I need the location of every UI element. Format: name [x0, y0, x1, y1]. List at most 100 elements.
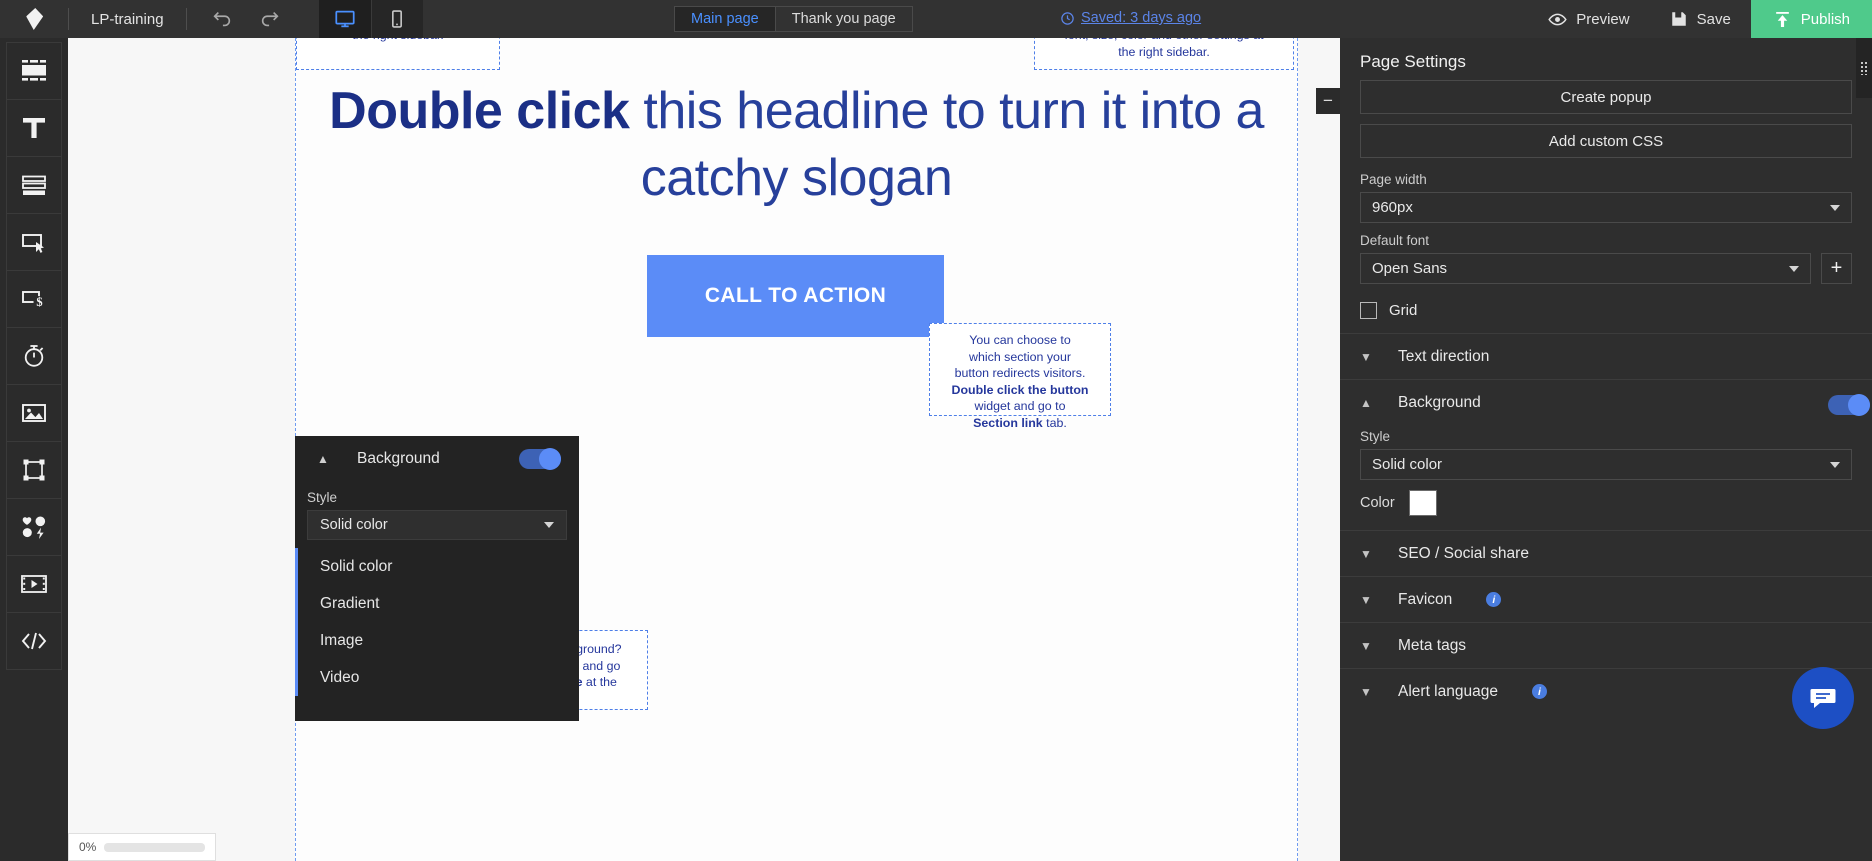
redo-icon[interactable] [257, 6, 283, 32]
chevron-down-icon [1830, 461, 1840, 468]
floating-style-options: Solid color Gradient Image Video [295, 548, 577, 696]
save-button[interactable]: Save [1650, 0, 1751, 38]
create-popup-button[interactable]: Create popup [1360, 80, 1852, 114]
progress-percent-label: 0% [79, 840, 97, 854]
upload-icon [1775, 11, 1789, 27]
page-headline[interactable]: Double click this headline to turn it in… [295, 78, 1298, 211]
background-toggle[interactable] [519, 448, 561, 470]
desktop-icon[interactable] [318, 0, 371, 38]
button-widget-button[interactable] [6, 213, 62, 271]
code-widget-button[interactable] [6, 612, 62, 670]
cta-button-label: CALL TO ACTION [704, 284, 887, 307]
default-font-select[interactable]: Open Sans [1360, 253, 1811, 284]
section-text-direction: ▼ Text direction [1340, 333, 1872, 379]
canvas-area[interactable]: the right sidebar. font, size, color and… [68, 38, 1340, 861]
page-width-select[interactable]: 960px [1360, 192, 1852, 223]
note-text: the right sidebar. [352, 38, 444, 42]
diamond-logo-icon [25, 8, 44, 30]
add-font-button[interactable]: + [1821, 253, 1852, 284]
section-text-direction-header[interactable]: ▼ Text direction [1340, 334, 1872, 379]
chevron-down-icon: ▼ [1360, 546, 1372, 561]
background-color-label: Color [1360, 495, 1395, 511]
chevron-down-icon: ▼ [1360, 349, 1372, 364]
note-text-bold: Section link [973, 415, 1043, 430]
background-style-select[interactable]: Solid color [1360, 449, 1852, 480]
stopwatch-icon [24, 345, 44, 367]
toggle-knob [1848, 394, 1870, 416]
option-video[interactable]: Video [298, 659, 577, 696]
section-seo-header[interactable]: ▼ SEO / Social share [1340, 531, 1872, 576]
frame-icon [23, 459, 45, 481]
code-brackets-icon [21, 632, 47, 650]
note-text: You can choose to [969, 333, 1071, 347]
project-name[interactable]: LP-training [69, 11, 186, 28]
payment-widget-button[interactable]: $ [6, 270, 62, 328]
floating-background-panel: ▲ Background Style Solid color Solid col… [295, 436, 579, 721]
note-text: widget and go to [974, 399, 1066, 413]
preview-label: Preview [1576, 10, 1630, 28]
saved-status[interactable]: Saved: 3 days ago [1060, 10, 1201, 26]
note-text: tab. [1042, 415, 1067, 430]
background-color-row: Color [1360, 490, 1852, 516]
background-color-swatch[interactable] [1408, 490, 1437, 516]
grid-checkbox-row: Grid [1360, 294, 1852, 333]
minus-icon: − [1323, 91, 1333, 110]
form-widget-button[interactable] [6, 156, 62, 214]
button-cursor-icon [22, 234, 44, 253]
option-image[interactable]: Image [298, 622, 577, 659]
mobile-icon[interactable] [370, 0, 423, 38]
section-seo-label: SEO / Social share [1398, 544, 1529, 562]
cta-button[interactable]: CALL TO ACTION [647, 255, 944, 337]
preview-button[interactable]: Preview [1528, 0, 1649, 38]
button-dollar-icon: $ [22, 291, 46, 309]
section-meta-tags-header[interactable]: ▼ Meta tags [1340, 623, 1872, 668]
shape-widget-button[interactable] [6, 441, 62, 499]
app-logo[interactable] [0, 0, 68, 38]
option-solid-color[interactable]: Solid color [298, 548, 577, 585]
grid-checkbox[interactable] [1360, 302, 1377, 319]
undo-icon[interactable] [209, 6, 235, 32]
section-background-header[interactable]: ▲ Background [1340, 380, 1872, 425]
option-gradient[interactable]: Gradient [298, 585, 577, 622]
timer-widget-button[interactable] [6, 327, 62, 385]
image-widget-button[interactable] [6, 384, 62, 442]
panel-drag-handle[interactable] [1856, 38, 1872, 98]
floating-style-label: Style [307, 490, 338, 505]
floating-panel-header[interactable]: ▲ Background [295, 436, 579, 482]
section-background-label: Background [1398, 393, 1481, 411]
add-custom-css-button[interactable]: Add custom CSS [1360, 124, 1852, 158]
background-section-toggle[interactable] [1828, 394, 1870, 416]
default-font-row: Open Sans + [1360, 253, 1852, 284]
publish-button[interactable]: Publish [1750, 0, 1872, 38]
page-settings-body: Create popup Add custom CSS Page width 9… [1340, 80, 1872, 333]
save-label: Save [1696, 10, 1731, 28]
block-widget-button[interactable] [6, 42, 62, 100]
history-clock-icon [1061, 11, 1074, 25]
info-icon[interactable]: i [1486, 592, 1502, 607]
video-widget-button[interactable] [6, 555, 62, 613]
section-favicon-header[interactable]: ▼ Favicon i [1340, 577, 1872, 622]
note-text: button redirects visitors. [954, 366, 1086, 380]
section-background: ▲ Background Style Solid color Color [1340, 379, 1872, 530]
section-favicon: ▼ Favicon i [1340, 576, 1872, 622]
chat-support-button[interactable] [1792, 667, 1854, 729]
chat-bubble-icon [1810, 689, 1836, 708]
social-widget-button[interactable] [6, 498, 62, 556]
note-text: the right sidebar. [1118, 44, 1210, 59]
film-play-icon [21, 575, 47, 593]
info-icon[interactable]: i [1531, 684, 1547, 699]
chevron-up-icon: ▲ [1360, 395, 1372, 410]
note-text: which section your [969, 349, 1071, 364]
floating-panel-title: Background [357, 450, 440, 467]
publish-label: Publish [1800, 10, 1850, 28]
section-favicon-label: Favicon [1398, 590, 1453, 608]
page-width-label: Page width [1360, 172, 1427, 187]
eye-icon [1548, 13, 1567, 25]
floating-style-select[interactable]: Solid color [307, 510, 567, 540]
collapse-panel-button[interactable]: − [1316, 88, 1340, 114]
text-widget-button[interactable] [6, 99, 62, 157]
tab-main-page[interactable]: Main page [675, 7, 775, 31]
tab-thank-you-page[interactable]: Thank you page [774, 7, 912, 31]
page-settings-title: Page Settings [1360, 52, 1466, 71]
annotation-note-top-right: font, size, color and other settings at … [1034, 38, 1294, 70]
